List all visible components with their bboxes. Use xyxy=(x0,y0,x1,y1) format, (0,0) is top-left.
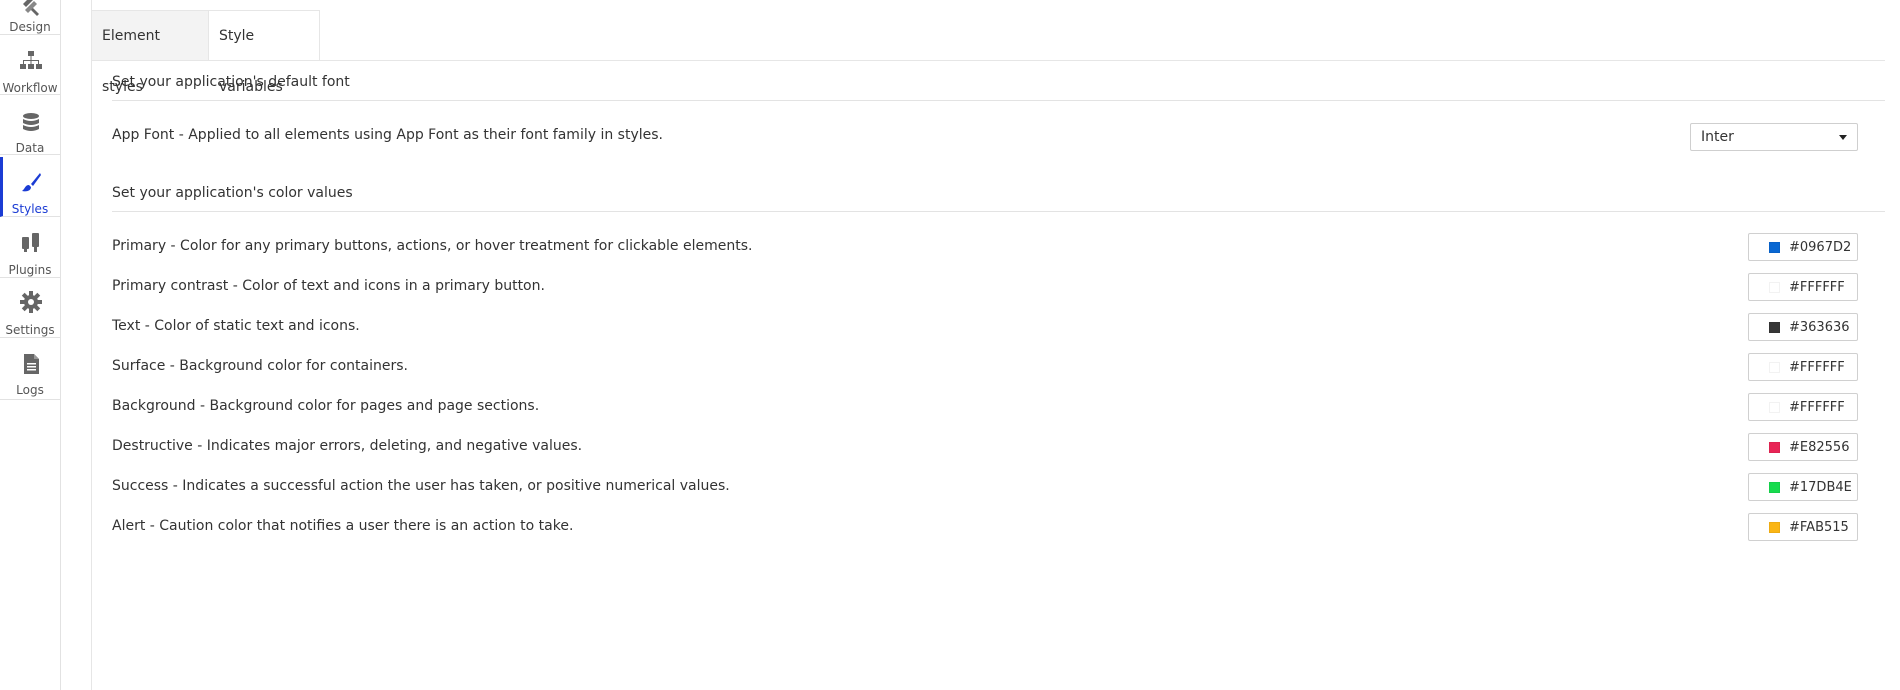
color-row-label: Text - Color of static text and icons. xyxy=(112,318,360,334)
color-row-label: Alert - Caution color that notifies a us… xyxy=(112,518,574,534)
app-font-select[interactable]: Inter xyxy=(1690,123,1858,151)
tab-style-variables[interactable]: Style variables xyxy=(208,10,320,95)
color-picker-success[interactable]: #17DB4E xyxy=(1748,473,1858,501)
gear-icon xyxy=(20,291,42,313)
color-swatch xyxy=(1769,282,1780,293)
brush-icon xyxy=(22,173,41,192)
color-swatch xyxy=(1769,322,1780,333)
color-row-label: Primary contrast - Color of text and ico… xyxy=(112,278,545,294)
sidebar-item-workflow[interactable]: Workflow xyxy=(0,35,60,95)
sidebar-item-data[interactable]: Data xyxy=(0,95,60,155)
color-picker-alert[interactable]: #FAB515 xyxy=(1748,513,1858,541)
color-hex-value: #FFFFFF xyxy=(1789,360,1845,375)
color-swatch xyxy=(1769,442,1780,453)
color-picker-surface[interactable]: #FFFFFF xyxy=(1748,353,1858,381)
app-font-label: App Font - Applied to all elements using… xyxy=(112,127,663,143)
sidebar-item-plugins[interactable]: Plugins xyxy=(0,218,60,278)
plug-icon xyxy=(22,233,39,252)
workflow-icon xyxy=(20,51,42,69)
sidebar-item-label: Styles xyxy=(11,202,49,216)
section-divider xyxy=(112,100,1885,101)
document-icon xyxy=(24,354,39,374)
font-section-title: Set your application's default font xyxy=(112,74,350,90)
sidebar-item-logs[interactable]: Logs xyxy=(0,338,60,400)
color-picker-primary-contrast[interactable]: #FFFFFF xyxy=(1748,273,1858,301)
tab-element-styles[interactable]: Element styles xyxy=(91,10,208,95)
selected-font-value: Inter xyxy=(1701,129,1734,145)
sidebar-item-styles[interactable]: Styles xyxy=(0,157,60,217)
content-divider xyxy=(91,0,92,690)
color-row-label: Destructive - Indicates major errors, de… xyxy=(112,438,583,454)
color-row-label: Success - Indicates a successful action … xyxy=(112,478,730,494)
sidebar-item-settings[interactable]: Settings xyxy=(0,278,60,338)
color-row-label: Surface - Background color for container… xyxy=(112,358,408,374)
sidebar-item-design[interactable]: Design xyxy=(0,0,60,35)
color-picker-destructive[interactable]: #E82556 xyxy=(1748,433,1858,461)
color-swatch xyxy=(1769,362,1780,373)
section-divider xyxy=(112,211,1885,212)
color-hex-value: #FFFFFF xyxy=(1789,280,1845,295)
color-picker-primary[interactable]: #0967D2 xyxy=(1748,233,1858,261)
color-section-title: Set your application's color values xyxy=(112,185,353,201)
color-picker-background[interactable]: #FFFFFF xyxy=(1748,393,1858,421)
color-swatch xyxy=(1769,242,1780,253)
color-hex-value: #363636 xyxy=(1789,320,1850,335)
sidebar-item-label: Settings xyxy=(5,323,55,337)
sidebar-item-label: Logs xyxy=(16,383,44,397)
color-picker-text[interactable]: #363636 xyxy=(1748,313,1858,341)
color-hex-value: #17DB4E xyxy=(1789,480,1852,495)
sidebar-item-label: Plugins xyxy=(8,263,52,277)
color-row-label: Background - Background color for pages … xyxy=(112,398,540,414)
color-swatch xyxy=(1769,402,1780,413)
color-row-label: Primary - Color for any primary buttons,… xyxy=(112,238,753,254)
color-hex-value: #FFFFFF xyxy=(1789,400,1845,415)
color-swatch xyxy=(1769,522,1780,533)
database-icon xyxy=(23,113,39,131)
sidebar-item-label: Data xyxy=(15,141,45,155)
color-hex-value: #FAB515 xyxy=(1789,520,1849,535)
left-sidebar: Design Workflow Data Styles Plugins Sett… xyxy=(0,0,61,690)
tab-divider xyxy=(91,60,1885,61)
design-icon xyxy=(23,0,39,16)
color-hex-value: #0967D2 xyxy=(1789,240,1852,255)
sidebar-item-label: Workflow xyxy=(2,81,58,95)
color-swatch xyxy=(1769,482,1780,493)
sidebar-item-label: Design xyxy=(9,20,51,34)
color-hex-value: #E82556 xyxy=(1789,440,1850,455)
chevron-down-icon xyxy=(1839,135,1847,140)
